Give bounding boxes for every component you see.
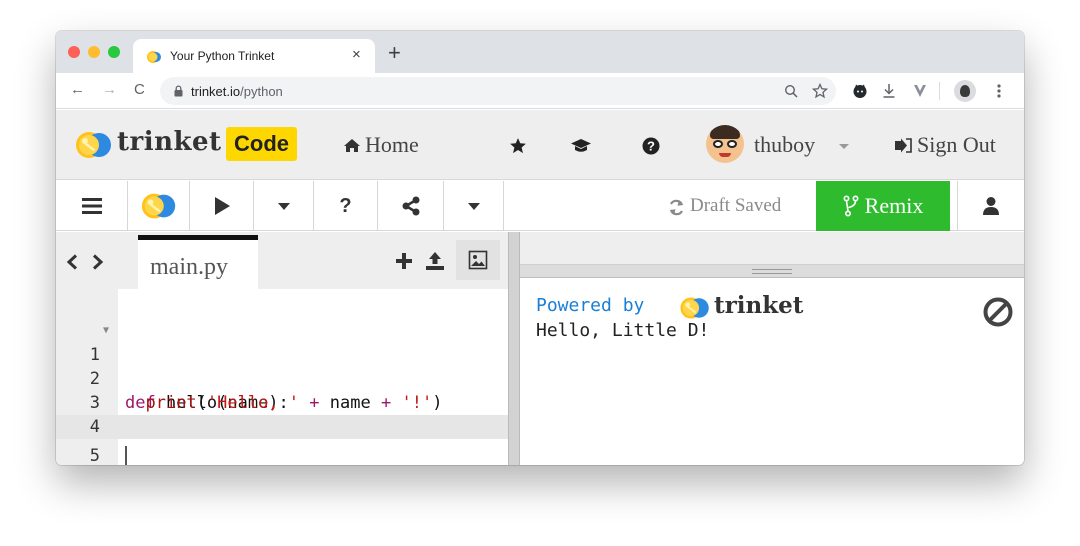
editor-toolbar: ? Draft Saved Remix	[56, 181, 1024, 231]
vivaldi-icon[interactable]	[912, 83, 928, 99]
code-line[interactable]: 3	[56, 367, 508, 413]
caret-down-icon	[467, 202, 480, 210]
sign-out-icon[interactable]	[894, 138, 912, 153]
code-line[interactable]: 6	[56, 444, 508, 465]
back-icon[interactable]: ←	[70, 82, 85, 98]
brand-name[interactable]: trinket	[117, 127, 222, 157]
browser-window: Your Python Trinket × + ← → C trinket.io…	[56, 31, 1024, 465]
caret-down-icon	[277, 202, 290, 210]
question-mark-icon: ?	[339, 194, 352, 217]
chevron-left-icon[interactable]	[66, 254, 78, 270]
trinket-logo-icon[interactable]	[73, 131, 115, 159]
trinket-favicon-icon	[147, 51, 161, 63]
user-avatar[interactable]	[706, 125, 744, 163]
trinket-navbar: trinket Code Home ? thuboy Sign Out	[56, 110, 1024, 180]
lock-icon	[174, 85, 183, 97]
download-icon[interactable]	[882, 83, 896, 99]
trinket-logo-icon	[680, 297, 709, 319]
nav-username[interactable]: thuboy	[754, 132, 815, 158]
menu-button[interactable]	[56, 181, 128, 231]
grip-lines	[752, 269, 792, 274]
tab-title: Your Python Trinket	[170, 49, 275, 63]
maximize-window-button[interactable]	[108, 46, 120, 58]
sign-out-link[interactable]: Sign Out	[917, 132, 996, 158]
reload-icon[interactable]: C	[134, 82, 145, 98]
github-icon[interactable]	[852, 83, 868, 99]
chevron-right-icon[interactable]	[92, 254, 104, 270]
refresh-icon	[669, 199, 684, 216]
user-icon	[983, 197, 999, 215]
trinket-logo-button[interactable]	[128, 181, 190, 231]
browser-tab[interactable]: Your Python Trinket ×	[133, 39, 375, 73]
url-host: trinket.io	[191, 84, 241, 99]
file-name: main.py	[150, 254, 228, 280]
pane-splitter[interactable]	[508, 232, 520, 465]
code-line[interactable]: 2 print('Hello, ' + name + '!')	[56, 343, 508, 413]
code-line[interactable]: 4	[56, 391, 508, 437]
remix-button[interactable]: Remix	[816, 181, 950, 231]
forward-icon[interactable]: →	[102, 82, 117, 98]
fold-arrow-icon[interactable]: ▼	[103, 319, 109, 343]
editor-pane: main.py 1 ▼ def hello(name): 2 print('He…	[56, 232, 508, 465]
powered-by-brand: trinket	[714, 292, 804, 319]
new-tab-button[interactable]: +	[388, 42, 401, 64]
tab-close-icon[interactable]: ×	[352, 47, 361, 63]
powered-by-label: Powered by	[536, 295, 645, 316]
address-bar[interactable]: trinket.io/python	[160, 77, 836, 105]
text-cursor	[125, 446, 127, 465]
browser-toolbar: ← → C trinket.io/python	[56, 73, 1024, 109]
help-circle-icon[interactable]: ?	[642, 137, 660, 155]
share-options-dropdown[interactable]	[444, 181, 504, 231]
minimize-window-button[interactable]	[88, 46, 100, 58]
file-tab-main[interactable]: main.py	[138, 235, 258, 289]
file-tab-bar: main.py	[56, 232, 508, 289]
play-icon	[214, 197, 230, 215]
user-button[interactable]	[957, 181, 1024, 231]
code-line[interactable]: 1 ▼ def hello(name):	[56, 319, 508, 413]
add-file-icon[interactable]	[395, 252, 413, 270]
bookmark-star-icon[interactable]	[812, 83, 828, 99]
star-icon[interactable]	[509, 137, 527, 155]
upload-icon[interactable]	[425, 251, 445, 271]
output-resize-handle[interactable]	[520, 265, 1024, 278]
code-badge: Code	[226, 127, 297, 161]
zoom-icon[interactable]	[784, 84, 798, 98]
toolbar-divider	[939, 82, 940, 100]
share-button[interactable]	[378, 181, 444, 231]
svg-text:?: ?	[647, 139, 655, 154]
output-header	[520, 232, 1024, 265]
code-line[interactable]: 5 hello('Little D')	[56, 420, 508, 465]
close-window-button[interactable]	[68, 46, 80, 58]
image-icon	[468, 250, 488, 270]
graduation-cap-icon[interactable]	[570, 137, 592, 155]
share-icon	[402, 196, 419, 216]
remix-label: Remix	[864, 193, 924, 218]
user-menu-caret-icon[interactable]	[838, 143, 850, 151]
output-pane: Powered by trinket Hello, Little D!	[520, 232, 1024, 465]
image-upload-button[interactable]	[456, 240, 500, 280]
draft-status: Draft Saved	[690, 195, 782, 216]
nav-home-link[interactable]: Home	[365, 132, 419, 158]
trinket-logo-icon	[141, 193, 175, 219]
fork-icon	[843, 195, 859, 217]
hamburger-icon	[81, 198, 102, 214]
run-options-dropdown[interactable]	[254, 181, 314, 231]
tab-strip: Your Python Trinket × +	[56, 31, 1024, 73]
run-button[interactable]	[190, 181, 254, 231]
home-icon[interactable]	[343, 138, 361, 153]
url-text: trinket.io/python	[191, 84, 283, 99]
url-path: /python	[240, 84, 283, 99]
help-button[interactable]: ?	[314, 181, 378, 231]
menu-dots-icon[interactable]	[996, 83, 1002, 99]
stop-icon[interactable]	[982, 296, 1014, 328]
profile-avatar-icon[interactable]	[954, 80, 976, 102]
program-output: Hello, Little D!	[536, 320, 710, 341]
